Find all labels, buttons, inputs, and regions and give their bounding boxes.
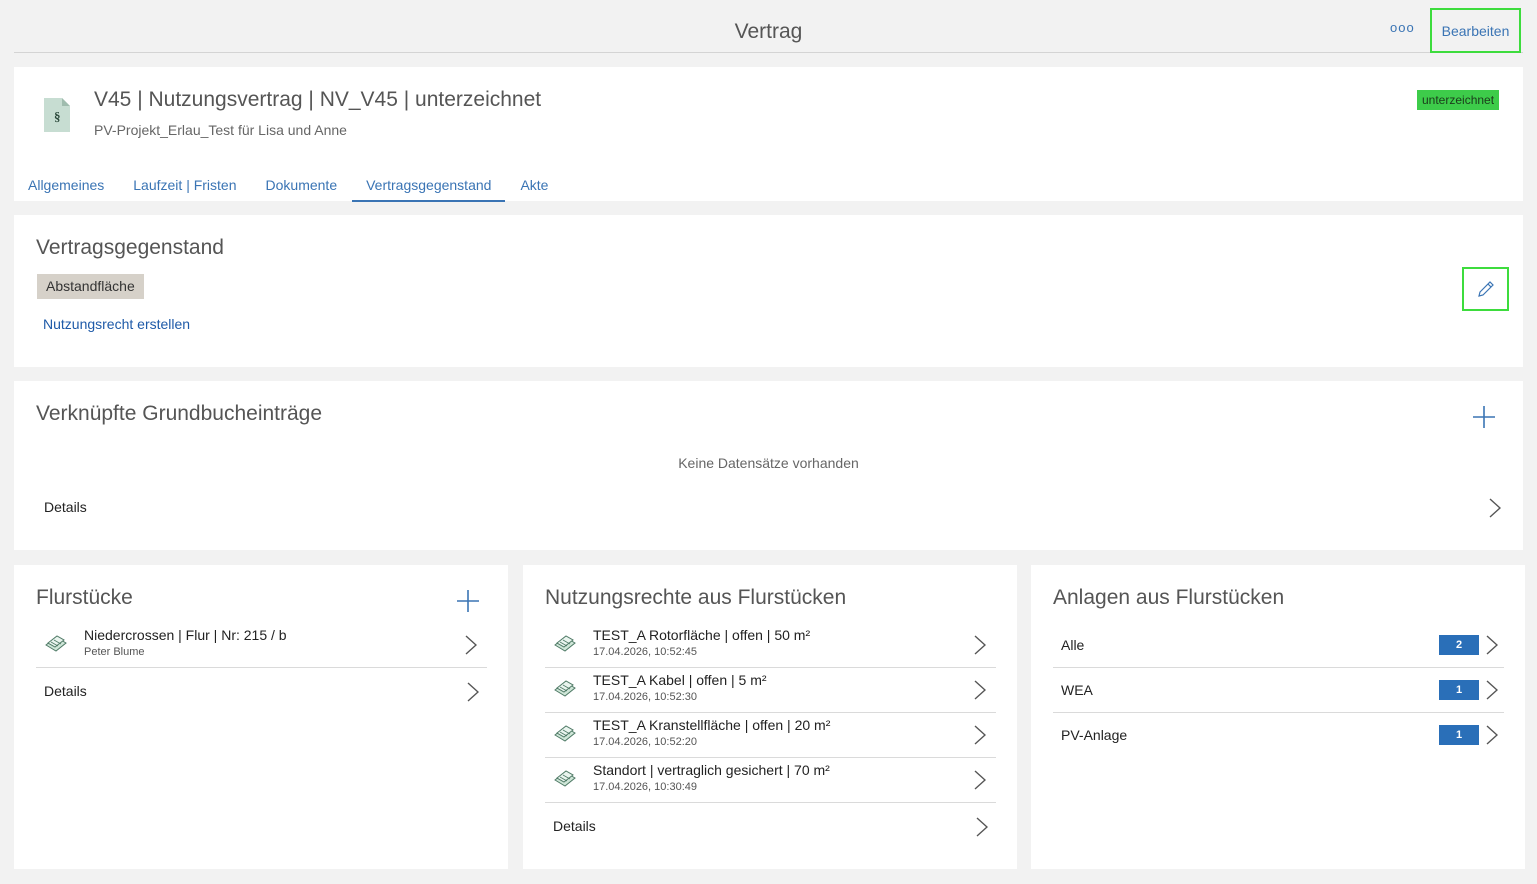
list-item[interactable]: Niedercrossen | Flur | Nr: 215 / b Peter… (36, 623, 487, 668)
vertragsgegenstand-title: Vertragsgegenstand (36, 236, 224, 259)
item-subtitle: 17.04.2026, 10:52:20 (593, 736, 697, 748)
item-title: Standort | vertraglich gesichert | 70 m² (593, 762, 830, 778)
item-title: Niedercrossen | Flur | Nr: 215 / b (84, 627, 287, 643)
contract-subtitle: PV-Projekt_Erlau_Test für Lisa und Anne (94, 122, 347, 138)
flurstuecke-title: Flurstücke (36, 586, 133, 609)
item-label: Alle (1061, 637, 1085, 653)
anlagen-title: Anlagen aus Flurstücken (1053, 586, 1285, 609)
parcel-icon (553, 633, 577, 653)
grundbuch-panel: Verknüpfte Grundbucheinträge Keine Daten… (14, 381, 1523, 550)
item-title: TEST_A Kabel | offen | 5 m² (593, 672, 767, 688)
contract-document-icon: § (44, 98, 70, 132)
grundbuch-title: Verknüpfte Grundbucheinträge (36, 402, 323, 425)
contract-title: V45 | Nutzungsvertrag | NV_V45 | unterze… (94, 88, 542, 111)
item-title: TEST_A Kranstellfläche | offen | 20 m² (593, 717, 831, 733)
tab-laufzeit-fristen[interactable]: Laufzeit | Fristen (119, 167, 250, 202)
tab-akte[interactable]: Akte (506, 167, 562, 202)
tab-allgemeines[interactable]: Allgemeines (28, 167, 118, 202)
chevron-right-icon (974, 725, 986, 745)
anlagen-item-pv-anlage[interactable]: PV-Anlage 1 (1053, 713, 1504, 758)
anlagen-item-wea[interactable]: WEA 1 (1053, 668, 1504, 713)
anlagen-item-alle[interactable]: Alle 2 (1053, 623, 1504, 668)
item-subtitle: Peter Blume (84, 646, 145, 658)
parcel-icon (553, 723, 577, 743)
chevron-right-icon (465, 635, 477, 655)
details-label: Details (44, 683, 87, 699)
page-title: Vertrag (734, 20, 803, 43)
details-label: Details (553, 818, 596, 834)
count-badge: 2 (1439, 635, 1479, 655)
details-label: Details (44, 499, 87, 515)
parcel-icon (44, 633, 68, 653)
item-subtitle: 17.04.2026, 10:52:30 (593, 691, 697, 703)
status-badge: unterzeichnet (1417, 90, 1500, 110)
tab-dokumente[interactable]: Dokumente (252, 167, 352, 202)
item-label: WEA (1061, 682, 1093, 698)
tab-bar: Allgemeines Laufzeit | Fristen Dokumente… (28, 167, 563, 202)
add-grundbuch-button[interactable] (1471, 404, 1497, 430)
parcel-icon (553, 678, 577, 698)
more-options-button[interactable]: ooo (1390, 20, 1415, 35)
item-title: TEST_A Rotorfläche | offen | 50 m² (593, 627, 811, 643)
empty-state-text: Keine Datensätze vorhanden (678, 455, 859, 471)
parcel-icon (553, 768, 577, 788)
edit-subject-button[interactable] (1462, 267, 1509, 311)
create-usage-right-link[interactable]: Nutzungsrecht erstellen (43, 316, 190, 332)
count-badge: 1 (1439, 725, 1479, 745)
chevron-right-icon (1486, 635, 1498, 655)
list-item[interactable]: TEST_A Kranstellfläche | offen | 20 m² 1… (545, 713, 996, 758)
flurstuecke-details-row[interactable]: Details (36, 680, 487, 704)
nutzungsrechte-list: TEST_A Rotorfläche | offen | 50 m² 17.04… (545, 623, 996, 803)
vertragsgegenstand-panel: Vertragsgegenstand Abstandfläche Nutzung… (14, 215, 1523, 367)
chevron-right-icon (974, 680, 986, 700)
pencil-icon (1477, 281, 1494, 297)
list-item[interactable]: TEST_A Rotorfläche | offen | 50 m² 17.04… (545, 623, 996, 668)
nutzungsrechte-title: Nutzungsrechte aus Flurstücken (545, 586, 847, 609)
tab-vertragsgegenstand[interactable]: Vertragsgegenstand (352, 167, 506, 202)
nutzungsrechte-details-row[interactable]: Details (545, 815, 996, 839)
anlagen-list: Alle 2 WEA 1 PV-Anlage 1 (1053, 623, 1504, 758)
nutzungsrechte-panel: Nutzungsrechte aus Flurstücken TEST_A Ro… (523, 565, 1017, 869)
item-label: PV-Anlage (1061, 727, 1128, 743)
anlagen-panel: Anlagen aus Flurstücken Alle 2 WEA 1 PV-… (1031, 565, 1525, 869)
chevron-right-icon (467, 682, 479, 702)
svg-text:§: § (54, 109, 61, 124)
chevron-right-icon (974, 770, 986, 790)
chevron-right-icon (1486, 680, 1498, 700)
chevron-right-icon (976, 817, 988, 837)
list-item[interactable]: Standort | vertraglich gesichert | 70 m²… (545, 758, 996, 803)
count-badge: 1 (1439, 680, 1479, 700)
flurstuecke-list: Niedercrossen | Flur | Nr: 215 / b Peter… (36, 623, 487, 668)
top-bar: Vertrag ooo Bearbeiten (14, 0, 1523, 53)
edit-button[interactable]: Bearbeiten (1430, 8, 1521, 53)
item-subtitle: 17.04.2026, 10:52:45 (593, 646, 697, 658)
chevron-right-icon (1486, 725, 1498, 745)
contract-header: § V45 | Nutzungsvertrag | NV_V45 | unter… (14, 67, 1523, 202)
chevron-right-icon (1489, 498, 1501, 518)
list-item[interactable]: TEST_A Kabel | offen | 5 m² 17.04.2026, … (545, 668, 996, 713)
grundbuch-details-row[interactable]: Details (36, 496, 1501, 520)
item-subtitle: 17.04.2026, 10:30:49 (593, 781, 697, 793)
add-flurstueck-button[interactable] (455, 588, 481, 614)
chevron-right-icon (974, 635, 986, 655)
subject-tag: Abstandfläche (37, 274, 144, 299)
flurstuecke-panel: Flurstücke Niedercrossen | Flur | Nr: 21… (14, 565, 508, 869)
